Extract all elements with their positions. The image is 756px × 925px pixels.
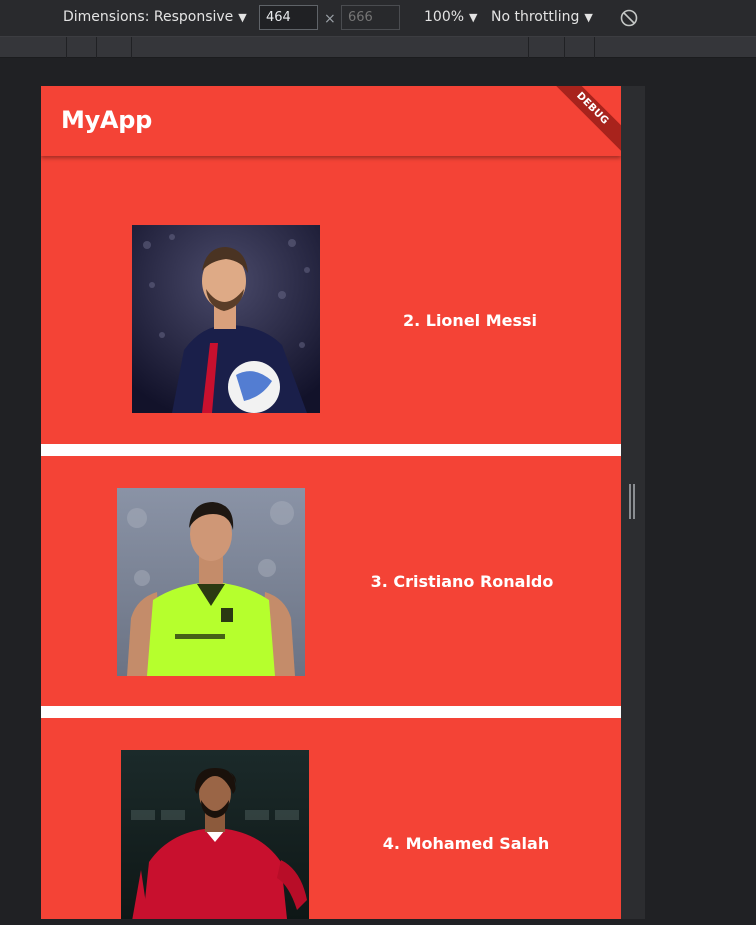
player-name: 2. Lionel Messi (402, 311, 538, 330)
player-card[interactable]: 2. Lionel Messi (41, 194, 621, 444)
ronaldo-photo (117, 488, 305, 676)
height-input[interactable] (341, 5, 400, 30)
width-input[interactable] (259, 5, 318, 30)
dimensions-dropdown[interactable]: Dimensions: Responsive ▼ (63, 9, 247, 25)
messi-photo (132, 225, 320, 413)
ruler-divider (131, 37, 132, 58)
device-toolbar: Dimensions: Responsive ▼ × 100% ▼ No throt… (0, 0, 756, 36)
ruler-divider (96, 37, 97, 58)
player-card[interactable]: 3. Cristiano Ronaldo (41, 456, 621, 706)
dimensions-label: Dimensions: Responsive (63, 9, 234, 25)
zoom-dropdown[interactable]: 100% ▼ (424, 9, 478, 25)
player-card[interactable]: 4. Mohamed Salah (41, 718, 621, 919)
salah-photo (121, 750, 309, 919)
resize-handle[interactable] (629, 484, 635, 519)
zoom-label: 100% (424, 9, 465, 25)
device-viewport: MyApp DEBUG 2. Lionel Messi 3. Cristiano… (41, 86, 621, 919)
times-icon: × (324, 11, 336, 27)
throttling-dropdown[interactable]: No throttling ▼ (491, 9, 593, 25)
rotate-icon[interactable] (619, 8, 639, 28)
ruler-divider (528, 37, 529, 58)
throttling-caret-icon: ▼ (584, 11, 593, 24)
dimensions-caret-icon: ▼ (238, 11, 247, 24)
ruler-divider (564, 37, 565, 58)
player-name: 3. Cristiano Ronaldo (370, 572, 554, 591)
app-title: MyApp (61, 106, 152, 134)
media-query-ruler[interactable] (0, 36, 756, 58)
ruler-divider (594, 37, 595, 58)
zoom-caret-icon: ▼ (469, 11, 478, 24)
throttling-label: No throttling (491, 9, 580, 25)
ruler-divider (66, 37, 67, 58)
app-bar: MyApp (41, 86, 621, 156)
player-name: 4. Mohamed Salah (382, 834, 550, 853)
